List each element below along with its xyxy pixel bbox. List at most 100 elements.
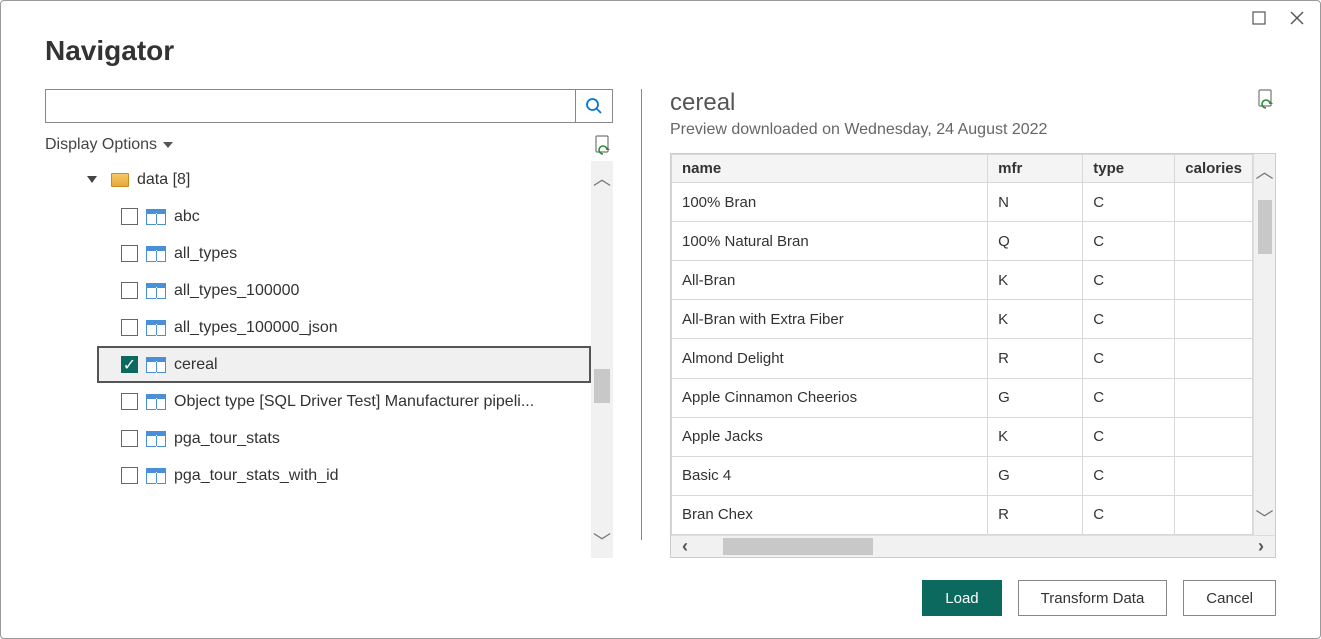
left-pane: Display Options data [8] — [45, 89, 613, 558]
col-header-mfr[interactable]: mfr — [988, 155, 1083, 183]
tree-scrollbar[interactable]: ︿ ﹀ — [591, 161, 613, 558]
cell-calories — [1175, 378, 1253, 417]
table-row[interactable]: Apple JacksKC — [672, 417, 1253, 456]
table-icon — [146, 357, 166, 373]
table-row[interactable]: Apple Cinnamon CheeriosGC — [672, 378, 1253, 417]
search-icon — [585, 97, 603, 115]
scroll-down-icon[interactable]: ﹀ — [593, 528, 611, 554]
cell-calories — [1175, 300, 1253, 339]
chevron-down-icon — [163, 142, 173, 148]
col-header-type[interactable]: type — [1083, 155, 1175, 183]
tree-item-checkbox[interactable] — [121, 430, 138, 447]
table-row[interactable]: Almond DelightRC — [672, 339, 1253, 378]
transform-data-button[interactable]: Transform Data — [1018, 580, 1168, 616]
preview-table: name mfr type calories 100% BranNC100% N… — [671, 154, 1253, 535]
tree-item-label: all_types — [174, 245, 237, 263]
scroll-up-icon[interactable]: ︿ — [1256, 158, 1274, 184]
tree-item-checkbox[interactable] — [121, 393, 138, 410]
expander-icon — [87, 176, 97, 183]
search-button[interactable] — [575, 89, 613, 123]
tree-item-checkbox[interactable] — [121, 467, 138, 484]
dialog-title: Navigator — [45, 35, 1276, 67]
preview-table-wrap: name mfr type calories 100% BranNC100% N… — [670, 153, 1276, 558]
table-vscroll-thumb[interactable] — [1258, 200, 1272, 254]
scroll-down-icon[interactable]: ﹀ — [1256, 505, 1274, 531]
cell-calories — [1175, 222, 1253, 261]
table-row[interactable]: 100% Natural BranQC — [672, 222, 1253, 261]
refresh-button[interactable] — [593, 135, 613, 155]
tree-item-checkbox[interactable] — [121, 319, 138, 336]
preview-subtitle: Preview downloaded on Wednesday, 24 Augu… — [670, 121, 1047, 139]
cell-type: C — [1083, 456, 1175, 495]
cancel-button[interactable]: Cancel — [1183, 580, 1276, 616]
table-hscroll-thumb[interactable] — [723, 538, 873, 555]
tree-item-checkbox[interactable] — [121, 245, 138, 262]
cell-name: Bran Chex — [672, 495, 988, 534]
cell-calories — [1175, 495, 1253, 534]
display-options-dropdown[interactable]: Display Options — [45, 136, 173, 154]
tree-item-label: all_types_100000 — [174, 282, 299, 300]
tree-item-all-types[interactable]: all_types — [45, 235, 591, 272]
search-input[interactable] — [45, 89, 575, 123]
tree-wrap: data [8] abc all_types all_types_100000all… — [45, 161, 613, 558]
search-row — [45, 89, 613, 123]
titlebar — [1, 1, 1320, 27]
display-options-label: Display Options — [45, 136, 157, 154]
tree-item-checkbox[interactable]: ✓ — [121, 356, 138, 373]
table-row[interactable]: All-Bran with Extra FiberKC — [672, 300, 1253, 339]
cell-calories — [1175, 261, 1253, 300]
dialog-header: Navigator — [1, 27, 1320, 79]
tree-scroll-thumb[interactable] — [594, 369, 610, 403]
table-icon — [146, 431, 166, 447]
maximize-button[interactable] — [1250, 9, 1268, 27]
cell-name: Basic 4 — [672, 456, 988, 495]
tree-item-checkbox[interactable] — [121, 208, 138, 225]
table-row[interactable]: Basic 4GC — [672, 456, 1253, 495]
table-row[interactable]: All-BranKC — [672, 261, 1253, 300]
preview-header: cereal Preview downloaded on Wednesday, … — [670, 89, 1276, 153]
folder-icon — [111, 173, 129, 187]
col-header-name[interactable]: name — [672, 155, 988, 183]
preview-refresh-button[interactable] — [1256, 89, 1276, 109]
table-hscrollbar[interactable]: ‹ › — [671, 535, 1275, 557]
cell-name: All-Bran — [672, 261, 988, 300]
tree-item-object-type-sql-driver-test-manufacturer-pipeli-[interactable]: Object type [SQL Driver Test] Manufactur… — [45, 383, 591, 420]
table-row[interactable]: Bran ChexRC — [672, 495, 1253, 534]
close-button[interactable] — [1288, 9, 1306, 27]
table-vscrollbar[interactable]: ︿ ﹀ — [1253, 154, 1275, 535]
tree-item-pga-tour-stats-with-id[interactable]: pga_tour_stats_with_id — [45, 457, 591, 494]
cell-name: 100% Natural Bran — [672, 222, 988, 261]
table-row[interactable]: 100% BranNC — [672, 183, 1253, 222]
cell-mfr: G — [988, 456, 1083, 495]
scroll-left-icon[interactable]: ‹ — [671, 536, 699, 557]
cell-type: C — [1083, 300, 1175, 339]
cell-mfr: N — [988, 183, 1083, 222]
cell-mfr: K — [988, 417, 1083, 456]
col-header-calories[interactable]: calories — [1175, 155, 1253, 183]
table-header-row: name mfr type calories — [672, 155, 1253, 183]
tree-item-all-types-100000[interactable]: all_types_100000 — [45, 272, 591, 309]
cell-calories — [1175, 339, 1253, 378]
tree-item-pga-tour-stats[interactable]: pga_tour_stats — [45, 420, 591, 457]
preview-table-scroll: name mfr type calories 100% BranNC100% N… — [671, 154, 1275, 535]
cell-type: C — [1083, 183, 1175, 222]
close-icon — [1289, 10, 1305, 26]
cell-mfr: Q — [988, 222, 1083, 261]
tree-root-data[interactable]: data [8] — [45, 161, 591, 198]
tree-item-abc[interactable]: abc — [45, 198, 591, 235]
cell-type: C — [1083, 339, 1175, 378]
tree-item-checkbox[interactable] — [121, 282, 138, 299]
scroll-right-icon[interactable]: › — [1247, 536, 1275, 557]
cell-mfr: R — [988, 339, 1083, 378]
tree-item-cereal[interactable]: ✓ cereal — [97, 346, 591, 383]
maximize-icon — [1252, 11, 1266, 25]
tree-item-all-types-100000-json[interactable]: all_types_100000_json — [45, 309, 591, 346]
tree-item-label: cereal — [174, 356, 218, 374]
cell-name: Apple Cinnamon Cheerios — [672, 378, 988, 417]
cell-name: Apple Jacks — [672, 417, 988, 456]
cell-type: C — [1083, 417, 1175, 456]
dialog-body: Display Options data [8] — [1, 79, 1320, 558]
tree-item-label: pga_tour_stats_with_id — [174, 467, 339, 485]
load-button[interactable]: Load — [922, 580, 1001, 616]
scroll-up-icon[interactable]: ︿ — [593, 165, 611, 191]
